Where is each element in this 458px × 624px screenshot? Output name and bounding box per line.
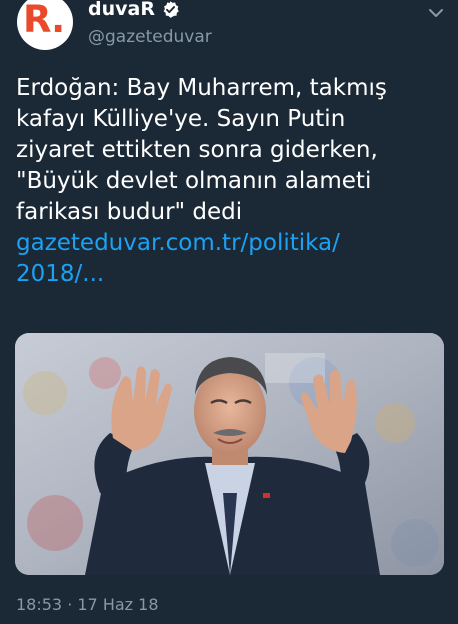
display-name[interactable]: duvaR bbox=[88, 0, 155, 20]
tweet-link[interactable]: 2018/... bbox=[16, 259, 448, 290]
tweet-text: Erdoğan: Bay Muharrem, takmış kafayı Kül… bbox=[16, 73, 448, 290]
chevron-down-icon[interactable] bbox=[428, 4, 444, 17]
tweet-text-line: Erdoğan: Bay Muharrem, takmış bbox=[16, 75, 387, 101]
tweet-timestamp[interactable]: 18:53 · 17 Haz 18 bbox=[16, 595, 159, 615]
tweet-text-line: "Büyük devlet olmanın alameti bbox=[16, 168, 372, 194]
avatar[interactable]: R. bbox=[17, 0, 73, 50]
avatar-logo: R. bbox=[23, 0, 65, 41]
account-handle[interactable]: @gazeteduvar bbox=[88, 27, 212, 47]
tweet-detail: R. duvaR @gazeteduvar Erdoğan: Bay Muhar… bbox=[0, 0, 458, 624]
photo-of-man-waving-both-hands-icon bbox=[15, 333, 444, 575]
tweet-text-line: farikası budur" dedi bbox=[16, 199, 243, 225]
verified-badge-icon bbox=[161, 0, 180, 19]
tweet-text-line: kafayı Külliye'ye. Sayın Putin bbox=[16, 106, 346, 132]
tweet-link[interactable]: gazeteduvar.com.tr/politika/ bbox=[16, 228, 448, 259]
tweet-header: R. duvaR @gazeteduvar bbox=[0, 0, 458, 62]
name-row[interactable]: duvaR bbox=[88, 0, 180, 22]
tweet-photo[interactable] bbox=[15, 333, 444, 575]
tweet-text-line: ziyaret ettikten sonra giderken, bbox=[16, 137, 378, 163]
